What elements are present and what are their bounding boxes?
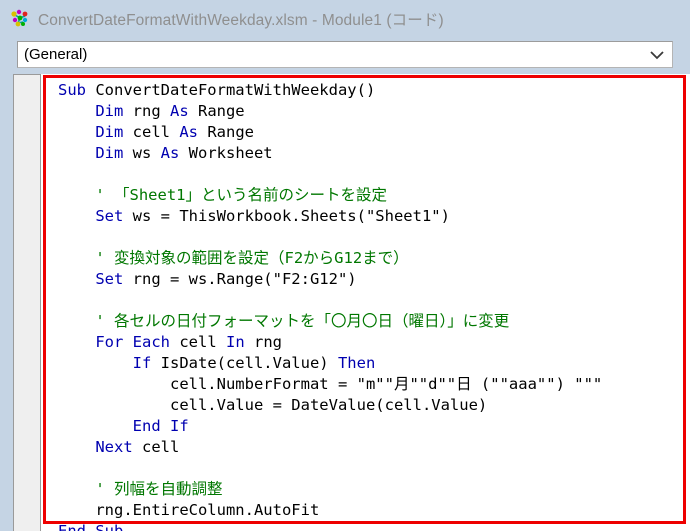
code-line: End If [58,416,690,437]
code-line: Next cell [58,437,690,458]
code-token: ws = ThisWorkbook.Sheets("Sheet1") [132,207,450,225]
code-token: Then [337,354,376,372]
code-token: For Each [95,333,180,351]
code-token: rng [132,102,170,120]
code-token: cell.Value = DateValue(cell.Value) [58,396,488,414]
code-line: Dim cell As Range [58,122,690,143]
dropdown-row: (General) [0,38,690,72]
window-title: ConvertDateFormatWithWeekday.xlsm - Modu… [38,12,444,29]
code-line: End Sub [58,521,690,531]
code-token: As [169,102,198,120]
code-line: If IsDate(cell.Value) Then [58,353,690,374]
code-line: Dim ws As Worksheet [58,143,690,164]
code-token: cell [132,123,180,141]
code-token: ConvertDateFormatWithWeekday() [95,81,376,99]
code-token: Worksheet [188,144,273,162]
code-line: Sub ConvertDateFormatWithWeekday() [58,80,690,101]
code-token: Range [197,102,245,120]
code-token: ' 変換対象の範囲を設定（F2からG12まで） [58,249,409,267]
margin-indicator-bar[interactable] [13,74,41,531]
code-line: cell.NumberFormat = "m""月""d""日 (""aaa""… [58,374,690,395]
code-token: End If [132,417,189,435]
code-token: If [132,354,161,372]
vba-editor-window: ConvertDateFormatWithWeekday.xlsm - Modu… [0,0,690,531]
code-line: ' 「Sheet1」という名前のシートを設定 [58,185,690,206]
code-pane: Sub ConvertDateFormatWithWeekday() Dim r… [13,74,690,531]
object-dropdown-value: (General) [24,46,88,63]
code-line: Set ws = ThisWorkbook.Sheets("Sheet1") [58,206,690,227]
code-token: Range [207,123,254,141]
code-token: Next [95,438,142,456]
code-line: Set rng = ws.Range("F2:G12") [58,269,690,290]
code-token: Set [95,270,133,288]
code-token: Sub [58,81,96,99]
code-token: Dim [95,102,133,120]
code-token: In [226,333,254,351]
window-titlebar: ConvertDateFormatWithWeekday.xlsm - Modu… [0,0,690,38]
code-token: ws [132,144,161,162]
code-token: ' 列幅を自動調整 [58,480,223,498]
code-editor-surface[interactable]: Sub ConvertDateFormatWithWeekday() Dim r… [42,74,690,531]
code-token: cell.NumberFormat = "m""月""d""日 (""aaa""… [58,375,603,393]
code-token: rng [254,333,282,351]
code-line: ' 各セルの日付フォーマットを「〇月〇日（曜日）」に変更 [58,311,690,332]
code-line: ' 変換対象の範囲を設定（F2からG12まで） [58,248,690,269]
code-token: IsDate(cell.Value) [160,354,338,372]
code-text[interactable]: Sub ConvertDateFormatWithWeekday() Dim r… [58,80,690,531]
code-token: cell [142,438,180,456]
code-token: ' 各セルの日付フォーマットを「〇月〇日（曜日）」に変更 [58,312,510,330]
code-line: ' 列幅を自動調整 [58,479,690,500]
chevron-down-icon[interactable] [646,44,668,66]
vba-module-icon [9,8,31,30]
code-token: rng = ws.Range("F2:G12") [132,270,357,288]
object-dropdown[interactable]: (General) [17,41,673,68]
code-line: cell.Value = DateValue(cell.Value) [58,395,690,416]
code-token: Set [95,207,133,225]
code-line: Dim rng As Range [58,101,690,122]
code-token: Dim [95,123,133,141]
code-token: rng.EntireColumn.AutoFit [58,501,320,519]
code-token: cell [179,333,226,351]
code-line: For Each cell In rng [58,332,690,353]
code-token: Dim [95,144,133,162]
code-line: rng.EntireColumn.AutoFit [58,500,690,521]
code-token: ' 「Sheet1」という名前のシートを設定 [58,186,387,204]
code-token: As [179,123,208,141]
code-token: End Sub [58,522,124,531]
code-token: As [160,144,189,162]
